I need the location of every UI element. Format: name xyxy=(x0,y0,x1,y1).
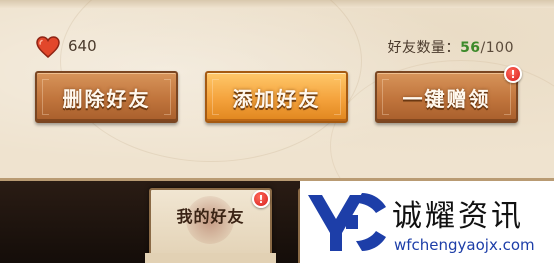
watermark: 诚耀资讯 wfchengyaojx.com xyxy=(300,181,554,263)
heart-icon xyxy=(36,36,60,58)
watermark-url: wfchengyaojx.com xyxy=(394,236,535,254)
hearts-value: 640 xyxy=(68,37,97,55)
friends-panel: 640 好友数量：56/100 删除好友 添加好友 一键赠领 ! xyxy=(0,0,554,181)
friend-count-max: /100 xyxy=(480,40,514,56)
delete-friend-button[interactable]: 删除好友 xyxy=(35,71,178,123)
friend-count-current: 56 xyxy=(460,40,481,56)
gift-all-button[interactable]: 一键赠领 xyxy=(375,71,518,123)
tab-my-friends-label: 我的好友 xyxy=(176,207,245,226)
gift-all-label: 一键赠领 xyxy=(402,86,491,111)
friend-count-label: 好友数量： xyxy=(387,40,461,56)
add-friend-button[interactable]: 添加好友 xyxy=(205,71,348,123)
delete-friend-label: 删除好友 xyxy=(62,86,151,111)
gift-all-badge: ! xyxy=(504,65,522,83)
watermark-logo xyxy=(308,193,386,251)
my-friends-badge: ! xyxy=(252,190,270,208)
watermark-title: 诚耀资讯 xyxy=(392,199,524,234)
add-friend-label: 添加好友 xyxy=(232,86,321,111)
friend-count: 好友数量：56/100 xyxy=(388,37,514,57)
